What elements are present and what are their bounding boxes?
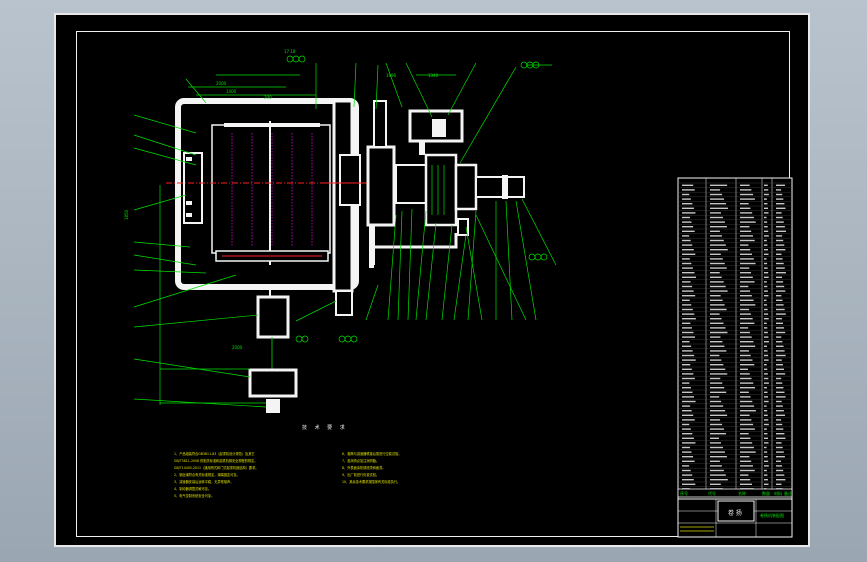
svg-text:1340: 1340	[428, 73, 439, 78]
parts-list	[677, 177, 793, 537]
tech-notes-right: 6、卷筒与减速器联接后需进行空载试验。 7、各润滑点加注润滑脂。 8、外表面涂防…	[342, 451, 401, 484]
cad-drawing: 17 18 2000 1400 200 1990 1340 2000 1850 …	[124, 49, 793, 538]
svg-text:GB/T3811-2008 的相关标准和起重机械安全规程的规: GB/T3811-2008 的相关标准和起重机械安全规程的规定。	[174, 458, 257, 463]
svg-text:1990: 1990	[386, 73, 397, 78]
svg-text:1400: 1400	[226, 89, 237, 94]
svg-text:3、减速器安装后运转平稳，无异常噪声。: 3、减速器安装后运转平稳，无异常噪声。	[174, 479, 233, 484]
lower-pipe	[369, 225, 375, 268]
svg-text:数量: 数量	[762, 490, 770, 496]
svg-text:6、卷筒与减速器联接后需进行空载试验。: 6、卷筒与减速器联接后需进行空载试验。	[342, 451, 401, 456]
drawing-name: 卷 扬	[728, 509, 742, 517]
drum-body	[211, 121, 331, 265]
svg-text:材料: 材料	[774, 490, 782, 496]
svg-text:9、出厂前进行负载试验。: 9、出厂前进行负载试验。	[342, 472, 379, 477]
svg-text:GB/T14405-2011（通用桥式和门式起重机钢结构）要: GB/T14405-2011（通用桥式和门式起重机钢结构）要求。	[174, 465, 258, 470]
svg-text:2、钢丝绳符合有关标准规定，绳端固定可靠。: 2、钢丝绳符合有关标准规定，绳端固定可靠。	[174, 472, 240, 477]
svg-text:2000: 2000	[232, 345, 243, 350]
svg-text:7、各润滑点加注润滑脂。: 7、各润滑点加注润滑脂。	[342, 458, 379, 463]
svg-text:8、外表面涂防锈底漆和面漆。: 8、外表面涂防锈底漆和面漆。	[342, 465, 385, 470]
svg-text:200: 200	[264, 95, 272, 100]
svg-text:1、产品组装符合GB3811-83（起重机设计规范）及其它: 1、产品组装符合GB3811-83（起重机设计规范）及其它	[174, 451, 255, 456]
svg-text:4、制动器调整灵敏可靠。: 4、制动器调整灵敏可靠。	[174, 486, 211, 491]
svg-text:名称: 名称	[738, 490, 746, 496]
svg-text:1850: 1850	[124, 209, 129, 220]
tech-notes-left: 1、产品组装符合GB3811-83（起重机设计规范）及其它 GB/T3811-2…	[174, 451, 258, 498]
svg-text:17 18: 17 18	[284, 49, 296, 54]
left-end-plate	[183, 152, 203, 224]
hook-block	[248, 287, 298, 413]
tech-req-title: 技 术 要 求	[302, 424, 348, 431]
right-side-plate	[326, 99, 368, 293]
title-block: 卷 扬 卷扬机装配图	[677, 498, 793, 538]
drawing-label: 卷扬机装配图	[760, 512, 784, 518]
parts-header: 序号 代号 名称 数量 材料 备注	[677, 488, 793, 498]
svg-text:2000: 2000	[216, 81, 227, 86]
brake	[454, 163, 525, 236]
svg-text:备注: 备注	[784, 490, 792, 496]
bracket	[335, 290, 353, 316]
motor-upper	[408, 109, 464, 155]
drawing-sheet: 17 18 2000 1400 200 1990 1340 2000 1850 …	[54, 13, 810, 547]
svg-text:代号: 代号	[708, 490, 716, 496]
svg-text:10、其余技术要求按国家有关标准执行。: 10、其余技术要求按国家有关标准执行。	[342, 479, 400, 484]
svg-text:序号: 序号	[680, 490, 688, 496]
svg-text:5、电气控制系统安全可靠。: 5、电气控制系统安全可靠。	[174, 493, 214, 498]
